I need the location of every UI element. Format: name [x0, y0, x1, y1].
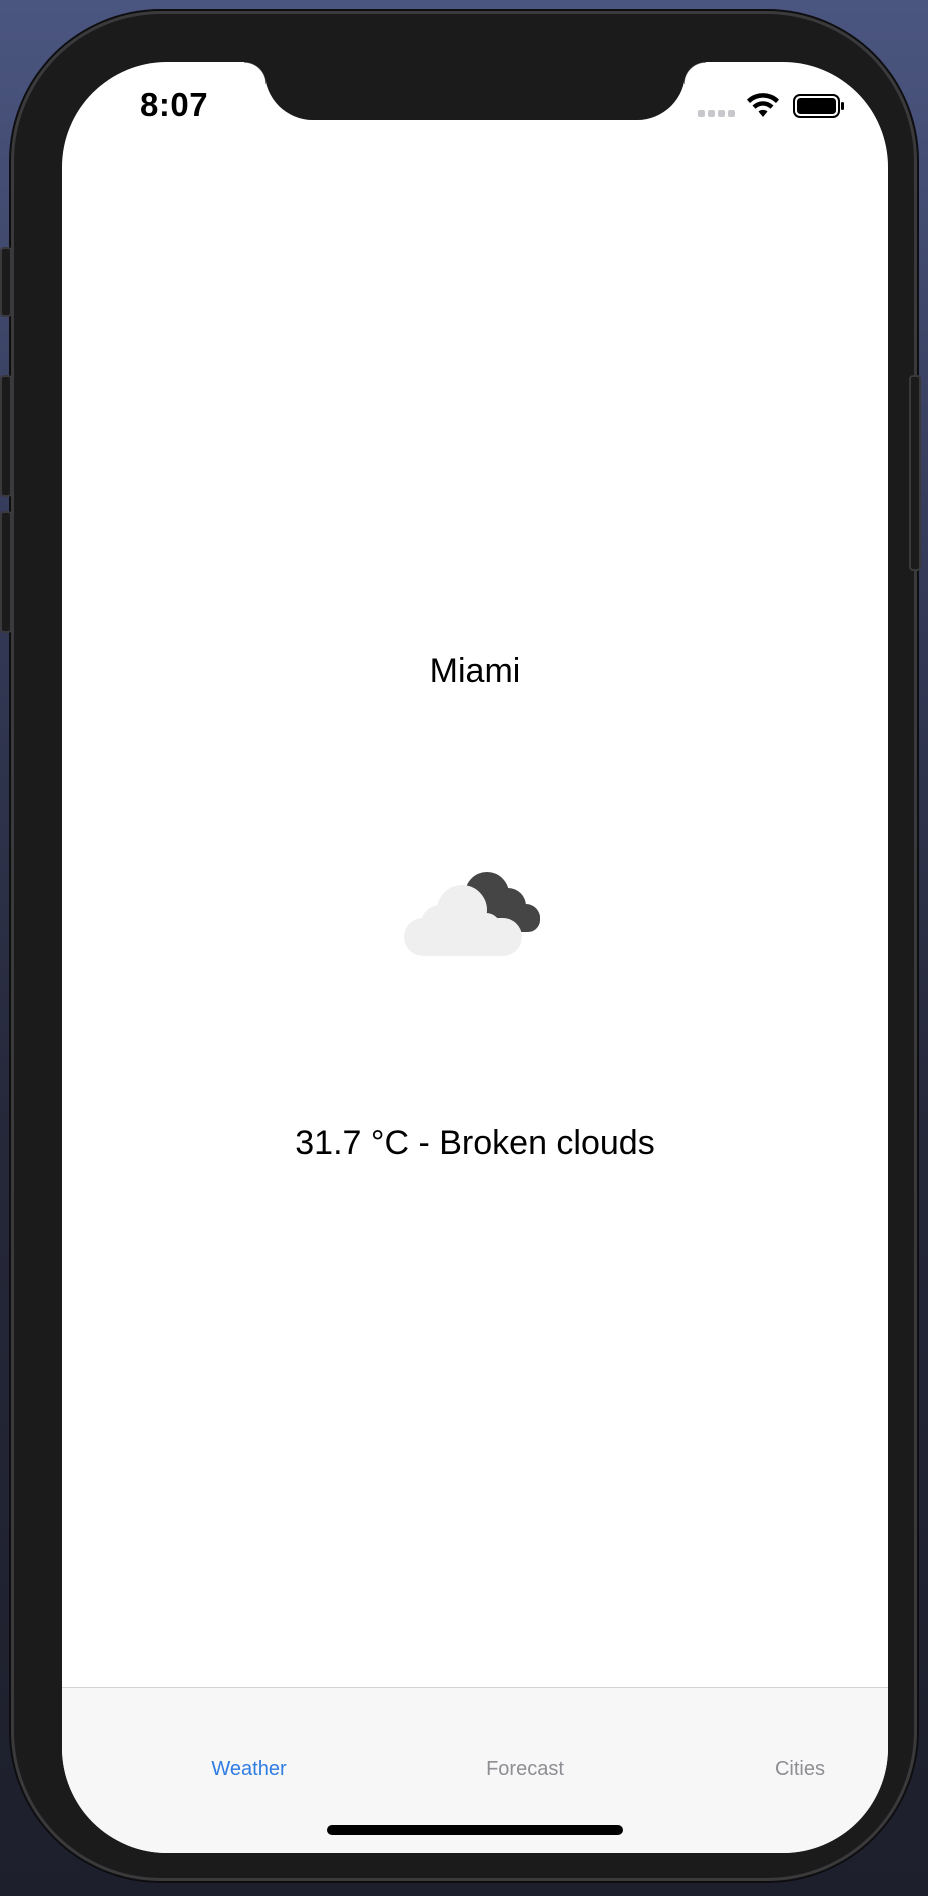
tab-forecast[interactable]: Forecast: [425, 1758, 625, 1781]
status-time: 8:07: [140, 86, 209, 123]
app-screen: 8:07 Miami 31.7 °C - Broken clouds Weath…: [62, 62, 888, 1853]
home-indicator[interactable]: [327, 1825, 623, 1835]
broken-clouds-icon: [404, 872, 540, 956]
wifi-icon: [747, 93, 779, 117]
tab-cities[interactable]: Cities: [700, 1758, 888, 1781]
mute-switch: [0, 247, 12, 317]
tab-weather[interactable]: Weather: [149, 1758, 349, 1781]
city-name: Miami: [429, 652, 521, 690]
notch: [244, 62, 706, 120]
volume-up-button: [0, 375, 12, 497]
temperature-summary: 31.7 °C - Broken clouds: [295, 1124, 655, 1162]
cellular-dots-icon: [698, 110, 736, 118]
battery-icon: [793, 94, 844, 118]
power-button: [909, 375, 921, 571]
volume-down-button: [0, 511, 12, 633]
device-frame: 8:07 Miami 31.7 °C - Broken clouds Weath…: [0, 11, 921, 1881]
